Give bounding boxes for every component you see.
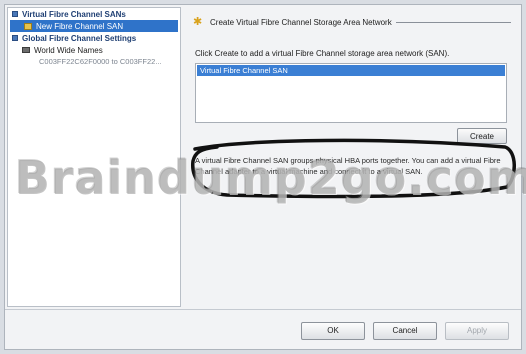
create-star-icon: ✱ bbox=[193, 16, 203, 28]
tree-section-virtual-fc-sans[interactable]: Virtual Fibre Channel SANs bbox=[8, 8, 180, 20]
san-icon bbox=[24, 22, 32, 30]
description-text: A virtual Fibre Channel SAN groups physi… bbox=[195, 156, 501, 176]
tree-section-global-settings[interactable]: Global Fibre Channel Settings bbox=[8, 32, 180, 44]
section-header: ✱ Create Virtual Fibre Channel Storage A… bbox=[193, 17, 511, 28]
collapse-icon[interactable] bbox=[12, 11, 18, 17]
tree-item-new-fc-san[interactable]: New Fibre Channel SAN bbox=[10, 20, 178, 32]
tree-section-label: Virtual Fibre Channel SANs bbox=[22, 9, 126, 19]
tree-item-label: New Fibre Channel SAN bbox=[36, 21, 124, 31]
section-header-label: Create Virtual Fibre Channel Storage Are… bbox=[210, 18, 392, 27]
instruction-text: Click Create to add a virtual Fibre Chan… bbox=[195, 49, 450, 58]
tree-item-wwn[interactable]: World Wide Names bbox=[8, 44, 180, 56]
details-pane: ✱ Create Virtual Fibre Channel Storage A… bbox=[187, 7, 519, 307]
san-list[interactable]: Virtual Fibre Channel SAN bbox=[195, 63, 507, 123]
san-list-item[interactable]: Virtual Fibre Channel SAN bbox=[197, 65, 505, 76]
tree-item-label: World Wide Names bbox=[34, 45, 103, 55]
apply-button[interactable]: Apply bbox=[445, 322, 509, 340]
settings-window: Virtual Fibre Channel SANs New Fibre Cha… bbox=[4, 4, 526, 350]
wwn-range-text: C003FF22C62F0000 to C003FF22... bbox=[39, 57, 162, 66]
network-icon bbox=[22, 47, 30, 53]
header-divider bbox=[395, 22, 511, 23]
collapse-icon[interactable] bbox=[12, 35, 18, 41]
dialog-footer: OK Cancel Apply bbox=[5, 309, 521, 350]
navigation-tree[interactable]: Virtual Fibre Channel SANs New Fibre Cha… bbox=[7, 7, 181, 307]
cancel-button[interactable]: Cancel bbox=[373, 322, 437, 340]
tree-section-label: Global Fibre Channel Settings bbox=[22, 33, 137, 43]
ok-button[interactable]: OK bbox=[301, 322, 365, 340]
